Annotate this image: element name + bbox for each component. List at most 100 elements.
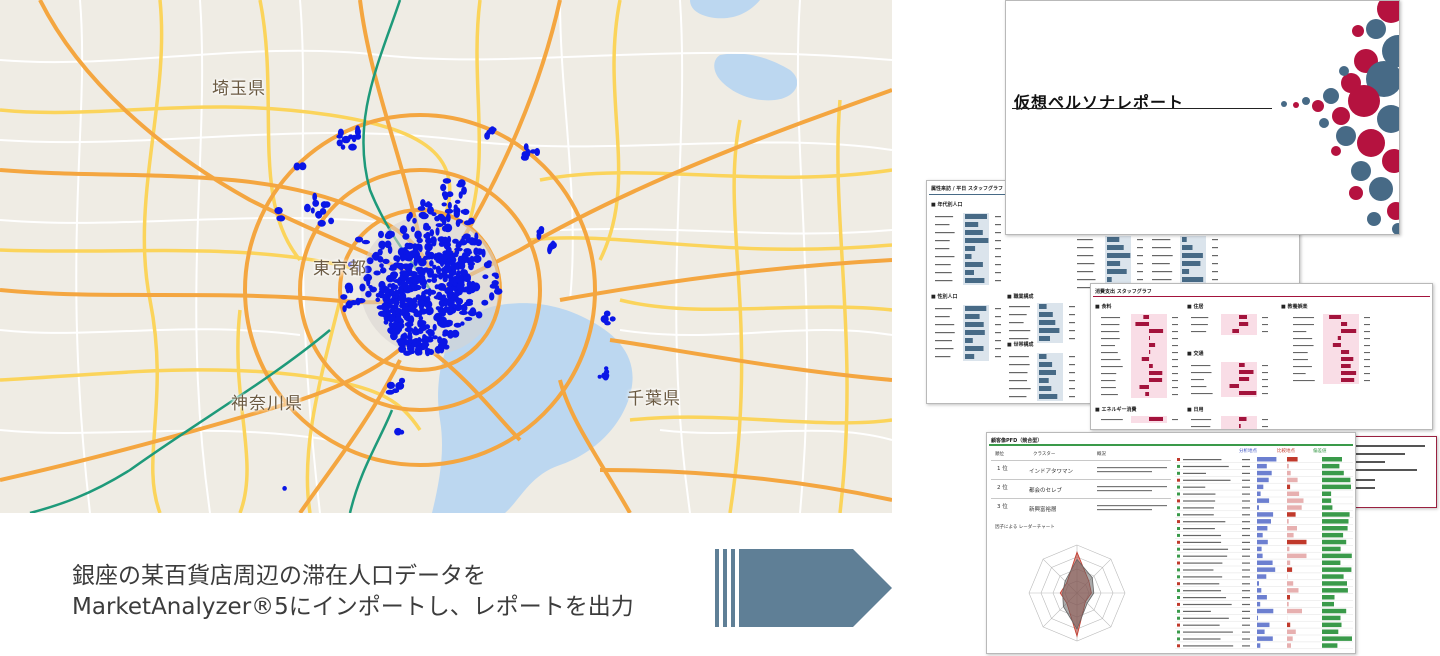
bar <box>1239 363 1245 367</box>
radar-series <box>1062 558 1095 630</box>
population-point <box>407 297 414 306</box>
population-point <box>337 128 344 137</box>
bar <box>1337 336 1341 340</box>
population-point <box>481 299 489 306</box>
bar <box>965 254 972 259</box>
bar <box>965 222 979 227</box>
bar <box>1257 588 1262 593</box>
bar <box>1322 615 1341 621</box>
bar <box>1322 484 1351 490</box>
population-point <box>355 125 360 133</box>
population-point <box>427 273 433 278</box>
bar <box>1039 378 1049 383</box>
population-point <box>483 261 492 269</box>
population-point <box>428 349 435 355</box>
cover-bubble <box>1352 25 1364 37</box>
bar <box>1257 505 1259 510</box>
population-point <box>375 297 381 302</box>
population-point <box>396 262 404 270</box>
population-point <box>534 148 540 156</box>
bar <box>1322 512 1350 517</box>
bar <box>1257 567 1276 572</box>
population-point <box>430 236 437 245</box>
population-point <box>319 208 327 215</box>
population-point <box>448 304 453 310</box>
population-point <box>282 486 287 491</box>
bar <box>1232 329 1239 333</box>
population-point <box>386 381 395 389</box>
population-map[interactable]: 埼玉県 東京都 神奈川県 千葉県 <box>0 0 892 513</box>
report-page-customer-profile: 顧客像PFD（競合型） 順位 クラスター 概況 1 位 2 位 3 位 インドア… <box>986 432 1356 654</box>
population-point <box>410 226 415 233</box>
population-point <box>434 345 442 354</box>
population-point <box>442 192 449 201</box>
map-canvas[interactable] <box>0 0 892 513</box>
population-point <box>407 338 414 344</box>
population-point <box>455 241 462 248</box>
population-point <box>361 239 370 245</box>
population-point <box>464 316 473 321</box>
report-cover-page: 仮想ペルソナレポート <box>1005 0 1400 235</box>
population-point <box>417 206 426 211</box>
population-point <box>404 326 414 333</box>
population-point <box>348 143 356 151</box>
cover-bubble <box>1319 118 1329 128</box>
population-point <box>456 282 465 291</box>
bar <box>1257 622 1270 628</box>
bar <box>1149 329 1164 333</box>
population-point <box>447 201 452 210</box>
population-point <box>365 290 372 298</box>
bar <box>1287 588 1299 593</box>
population-point <box>394 316 402 323</box>
population-point <box>396 322 405 329</box>
population-point <box>463 252 471 257</box>
population-point <box>418 326 427 332</box>
bar <box>1182 253 1203 258</box>
population-point <box>468 217 475 225</box>
bar <box>965 214 987 219</box>
population-point <box>421 341 429 349</box>
bar <box>1257 477 1269 483</box>
population-point <box>475 248 484 256</box>
bar <box>1107 253 1131 258</box>
population-point <box>366 277 371 287</box>
bar <box>1257 526 1268 531</box>
cover-bubble <box>1351 161 1371 181</box>
population-point <box>417 267 425 276</box>
population-point <box>348 134 354 140</box>
population-point <box>456 219 464 224</box>
bar <box>1135 322 1150 326</box>
population-point <box>380 267 387 274</box>
bar <box>1322 505 1333 510</box>
population-point <box>440 183 447 192</box>
population-point <box>521 151 528 159</box>
bar <box>1257 463 1267 469</box>
bar <box>1149 343 1156 347</box>
bar <box>1149 364 1153 368</box>
bar <box>1322 595 1335 600</box>
bar <box>1257 581 1259 586</box>
bar <box>965 238 989 243</box>
bar <box>1287 567 1293 572</box>
bar <box>1257 601 1261 607</box>
population-point <box>420 199 426 207</box>
bar <box>1257 560 1273 565</box>
bar <box>1322 636 1352 641</box>
population-point <box>423 225 431 231</box>
profile-graphics <box>991 457 1353 650</box>
population-point <box>402 306 411 315</box>
population-point <box>373 270 381 276</box>
population-point <box>482 274 489 280</box>
population-point <box>354 133 362 140</box>
population-point <box>323 201 331 208</box>
bar <box>1287 477 1298 483</box>
population-point <box>400 281 409 289</box>
population-point <box>299 162 307 171</box>
bar <box>1332 343 1341 347</box>
bar <box>1239 377 1250 381</box>
population-point <box>442 236 448 243</box>
bar <box>1287 519 1289 524</box>
population-point <box>378 230 384 239</box>
cover-bubble-graphic <box>1281 1 1399 234</box>
population-point <box>383 319 389 325</box>
